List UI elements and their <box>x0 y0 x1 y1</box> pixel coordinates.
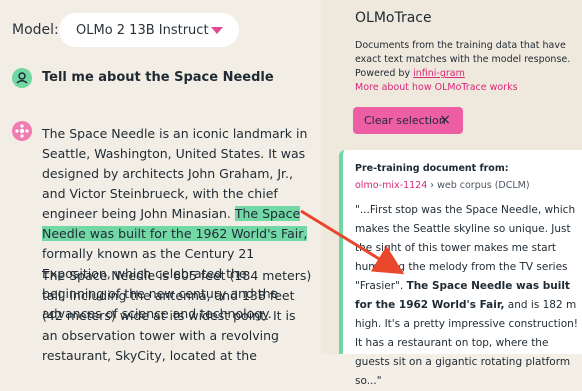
annotation-arrow <box>300 209 405 275</box>
